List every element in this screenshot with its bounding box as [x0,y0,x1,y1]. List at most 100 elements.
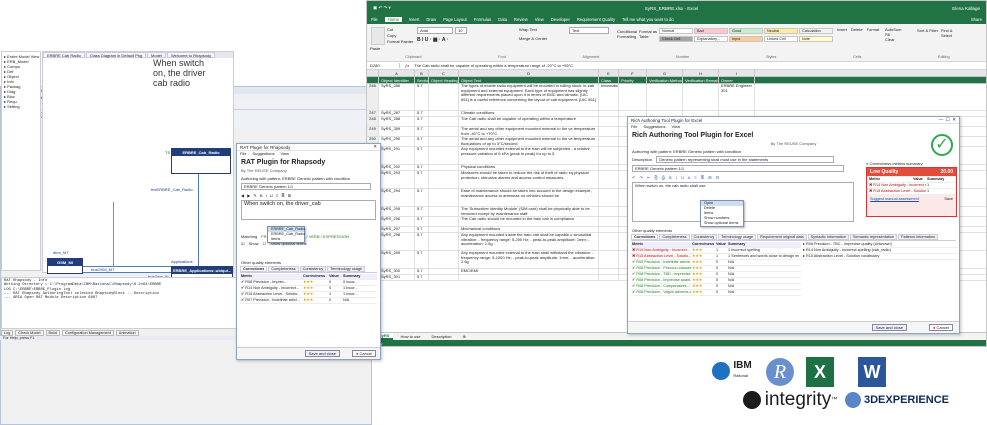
ribbon-tab[interactable]: Formulas [474,17,491,22]
cell[interactable] [599,127,619,136]
diagram-tab[interactable]: ERBRE Cab Radio [43,52,85,58]
cell[interactable] [429,127,459,136]
cell[interactable]: Physical conditions [459,165,599,170]
cell[interactable] [599,165,619,170]
cell[interactable]: SyRS_287 [379,111,415,116]
sort-filter-button[interactable]: Sort & Filter [917,28,939,34]
cell[interactable] [599,227,619,232]
col-letter[interactable]: C [429,70,459,76]
name-box[interactable]: D280 [370,63,400,68]
excel-user[interactable]: Elena Kallage [952,6,980,11]
cell[interactable] [429,217,459,226]
cell[interactable]: 5.7 [415,269,429,274]
metric-row[interactable]: ✔ R08 Precision - Vague adverbs a... ★★★ 0… [631,290,801,296]
cell[interactable]: SyRS_286 [379,84,415,110]
cell[interactable]: Mechanical conditions [459,227,599,232]
cell[interactable]: EMC/EMI [459,269,599,274]
col-letter[interactable]: D [459,70,599,76]
table-row[interactable]: 246 SyRS_286 5.7 The types of mobile radio … [367,84,986,111]
cell[interactable] [599,189,619,206]
cell[interactable]: 5.7 [415,217,429,226]
rat-xl-context-menu[interactable]: Open Delete Items Show numbers Show optional… [700,200,744,227]
ribbon-tab[interactable]: Tell me what you want to do [622,17,674,22]
menu-item[interactable]: View [671,124,680,130]
cell[interactable]: SyRS_299 [379,251,415,268]
rat-rh-text-editor[interactable]: When switch on, the driver_cab [241,200,376,220]
excel-qat[interactable]: ▣ ↶ ↷ ▾ [373,5,391,11]
column-header[interactable]: Priority [619,77,647,83]
rat-xl-metrics[interactable]: Metric Correctness Value Summary ✖ R14 Non A… [631,242,801,296]
column-header[interactable]: Verification Method [647,77,683,83]
column-header[interactable]: Class [599,77,619,83]
format-icons[interactable]: ◀ ▶ ✎ B I U ≡ ≣ ⊞ [241,193,292,198]
suggest-link[interactable]: Suggest manual assessment [870,197,919,201]
cell[interactable] [429,275,459,280]
ribbon-tab[interactable]: Developer [551,17,570,22]
cell[interactable]: SyRS_294 [379,189,415,206]
menu-item[interactable]: File [631,124,637,130]
col-letter[interactable]: H [683,70,719,76]
cell[interactable]: SyRS_291 [379,147,415,164]
cell[interactable] [429,84,459,110]
cell[interactable]: The Cab radio should be mounted in the t… [459,217,599,226]
ribbon-tab[interactable]: Page Layout [443,17,467,22]
quality-tab[interactable]: Completeness [659,234,690,240]
quality-tab[interactable]: Completeness [268,266,299,272]
style-note[interactable]: Note [799,36,833,42]
metric-row[interactable]: ✔ R07 Precision - Indefinite articl... ★★… [240,298,377,304]
cell[interactable] [429,251,459,268]
add-sheet-icon[interactable]: ⊕ [458,334,469,339]
quality-list[interactable]: Metric Value Summary ✖ R14 Non Ambiguity - … [868,177,955,195]
close-icon[interactable]: ✕ [373,144,377,150]
cell[interactable] [599,171,619,188]
rat-xl-cancel-button[interactable]: ● Cancel [929,324,953,331]
show-checkbox[interactable]: ☑ [241,241,245,246]
ribbon-tab[interactable]: Requirement Quality [577,17,615,22]
cell[interactable]: The Cab radio shall be capable of operat… [459,117,599,126]
cell[interactable]: Measures should be taken to reduce the r… [459,171,599,188]
format-as-table[interactable]: Format as Table [639,29,657,39]
menu-item[interactable]: View [280,151,289,157]
insert-button[interactable]: Insert [837,27,847,32]
quality-tab[interactable]: Patterns information [898,234,939,240]
wrap-text-button[interactable]: Wrap Text [519,27,537,32]
cell[interactable]: SyRS_295 [379,207,415,216]
share-button[interactable]: Share [971,17,982,22]
cell[interactable]: The 'Subscriber Identity Module' (SIM ca… [459,207,599,216]
window-controls[interactable]: — ☐ ✕ [939,117,956,123]
cell[interactable]: Any equipment mounted inside the train c… [459,233,599,250]
cell[interactable] [429,207,459,216]
style-explanatory[interactable]: Explanatory... [694,36,728,42]
right-list-item[interactable]: ▸ R15 Abstraction Level - Solution vocab… [803,254,958,260]
sheet-tab[interactable]: How to use [396,334,424,339]
formula-input[interactable]: The Cab radio shall be capable of operat… [414,63,574,68]
rat-rh-pattern-select[interactable]: ERBRE Generic pattern 1/1 [241,183,371,190]
cell[interactable] [599,269,619,274]
cell[interactable] [683,84,719,110]
cell[interactable]: SyRS_298 [379,233,415,250]
format-painter-button[interactable]: Format Painter [387,39,413,44]
diagram-canvas[interactable]: ERBRE Cab Radio Class Diagram in Default … [42,51,234,316]
quality-tab[interactable]: Corrections [631,234,659,240]
paste-label[interactable]: Paste [370,46,380,51]
cell[interactable]: SyRS_288 [379,117,415,126]
quality-tab[interactable]: Requirement original data [757,234,807,240]
cell[interactable] [599,251,619,268]
block-cab-radio[interactable]: ERBRE_Cab_Radio [171,148,231,174]
cell[interactable] [599,137,619,146]
cell[interactable]: 5.7 [415,233,429,250]
cell[interactable]: 5.7 [415,111,429,116]
font-select[interactable]: Arial [417,27,453,34]
rat-rh-autocomplete[interactable]: ERBRE_Cab_Radio ERBRE_Cab_Radio Items [267,226,305,243]
cell[interactable] [429,269,459,274]
cell[interactable] [429,189,459,206]
context-item[interactable]: Show optional terms [701,221,743,226]
col-letter[interactable]: E [599,70,619,76]
cell[interactable] [619,84,647,110]
style-bad[interactable]: Bad [694,28,728,34]
ribbon-tab[interactable]: Data [498,17,507,22]
number-format[interactable]: Text [569,27,609,34]
rat-xl-right-list[interactable]: ▸ R08 Precision - TBC - Imprecise qualit… [803,242,958,260]
ribbon-tab[interactable]: File [371,17,378,22]
quality-tab[interactable]: Consistency [299,266,327,272]
